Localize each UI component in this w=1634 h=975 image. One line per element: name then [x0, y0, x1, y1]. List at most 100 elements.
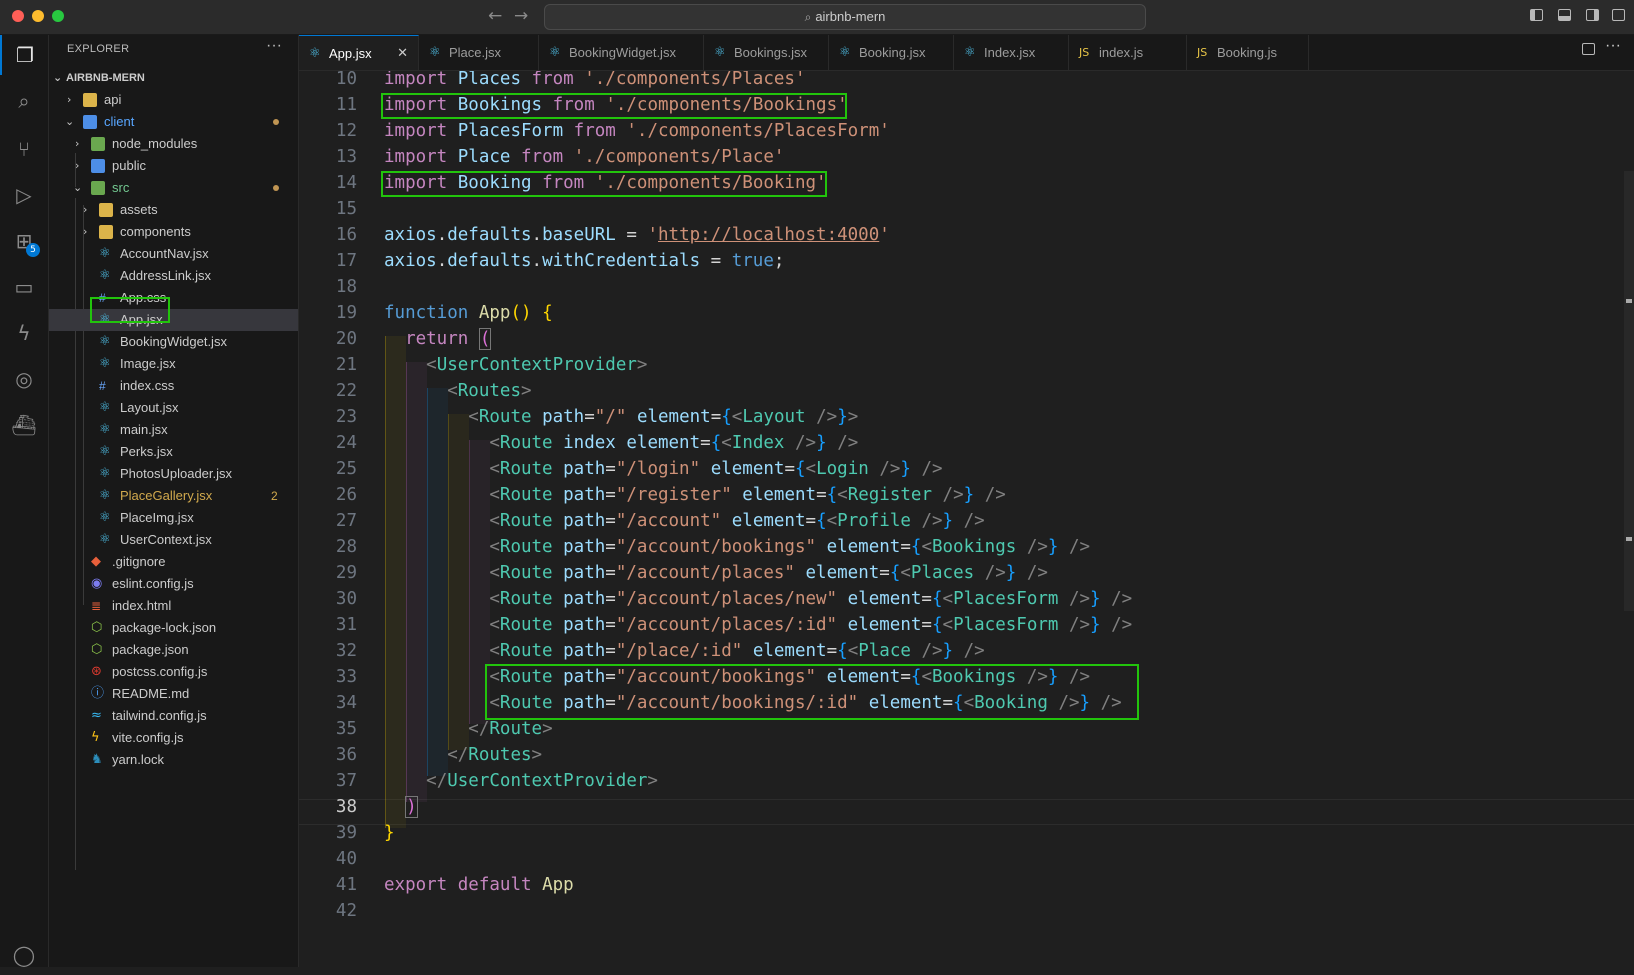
tab-index-jsx[interactable]: ⚛ Index.jsx [954, 35, 1069, 70]
command-center-search[interactable]: ⌕ airbnb-mern [544, 4, 1146, 30]
run-debug-icon[interactable]: ▷ [0, 175, 48, 215]
more-actions-icon[interactable]: ··· [1605, 37, 1621, 55]
tree-file-app-jsx[interactable]: ⚛ App.jsx [49, 309, 298, 331]
tree-folder-client[interactable]: ⌄ client [49, 111, 298, 133]
close-window-button[interactable] [12, 10, 24, 22]
tree-folder-node-modules[interactable]: › node_modules [49, 133, 298, 155]
extensions-icon[interactable]: ⊞ 5 [0, 221, 48, 261]
tree-file[interactable]: ⊛ postcss.config.js [49, 661, 298, 683]
tree-file[interactable]: ♞ yarn.lock [49, 749, 298, 771]
react-icon: ⚛ [839, 45, 851, 60]
tree-file[interactable]: ⚛ BookingWidget.jsx [49, 331, 298, 353]
tree-file[interactable]: ⚛ main.jsx [49, 419, 298, 441]
tree-file[interactable]: ≣ index.html [49, 595, 298, 617]
tab-bookingwidget-jsx[interactable]: ⚛ BookingWidget.jsx [539, 35, 704, 70]
close-icon[interactable]: ✕ [397, 36, 408, 71]
tree-file[interactable]: ⓘ README.md [49, 683, 298, 705]
tree-folder-components[interactable]: › components [49, 221, 298, 243]
customize-layout-icon[interactable] [1612, 9, 1625, 21]
folder-icon [83, 115, 97, 129]
tree-file[interactable]: ⚛ PhotosUploader.jsx [49, 463, 298, 485]
vite-icon: ϟ [91, 730, 100, 745]
vertical-scrollbar[interactable] [1624, 171, 1634, 611]
nodejs-icon: ⬡ [91, 642, 103, 657]
tab-booking-js[interactable]: JS Booking.js [1187, 35, 1309, 70]
react-icon: ⚛ [99, 532, 111, 547]
thunder-client-icon[interactable]: ϟ [0, 313, 48, 353]
tree-file[interactable]: ⚛ Layout.jsx [49, 397, 298, 419]
line-number: 21 [335, 355, 357, 375]
code-line: <Route path="/account/places/:id" elemen… [489, 615, 1133, 635]
more-actions-icon[interactable]: ··· [266, 37, 282, 55]
tree-file[interactable]: ⬡ package.json [49, 639, 298, 661]
arrow-left-icon[interactable]: ← [488, 6, 502, 26]
toggle-primary-sidebar-icon[interactable] [1530, 9, 1543, 21]
tab-place-jsx[interactable]: ⚛ Place.jsx [419, 35, 539, 70]
source-control-icon[interactable]: ⑂ [0, 129, 48, 169]
code-line: import Place from './components/Place' [384, 147, 785, 167]
tree-file[interactable]: ⬡ package-lock.json [49, 617, 298, 639]
tree-file[interactable]: ⚛ AddressLink.jsx [49, 265, 298, 287]
tab-index-js[interactable]: JS index.js [1069, 35, 1187, 70]
tailwind-icon: ≈ [91, 708, 102, 723]
tab-booking-jsx[interactable]: ⚛ Booking.jsx [829, 35, 954, 70]
tab-bookings-jsx[interactable]: ⚛ Bookings.jsx [704, 35, 829, 70]
title-bar: ← → ⌕ airbnb-mern [0, 0, 1634, 35]
tree-root[interactable]: ⌄ AIRBNB-MERN [49, 67, 298, 89]
folder-icon [83, 93, 97, 107]
tree-file[interactable]: ⚛ AccountNav.jsx [49, 243, 298, 265]
tree-folder-src[interactable]: ⌄ src [49, 177, 298, 199]
code-line: <Routes> [447, 381, 532, 401]
tree-folder-public[interactable]: › public [49, 155, 298, 177]
code-line: <Route path="/login" element={<Login />}… [489, 459, 943, 479]
code-editor[interactable]: 10 11 12 13 14 15 16 17 18 19 20 21 22 2… [299, 71, 1634, 967]
activity-bar: ❐ ⌕ ⑂ ▷ ⊞ 5 ▭ ϟ ◎ ⛴ ◯ [0, 35, 49, 967]
line-number: 25 [335, 459, 357, 479]
scroll-marker [1626, 299, 1632, 303]
line-number: 42 [335, 901, 357, 921]
account-icon[interactable]: ◯ [0, 935, 48, 975]
tree-file-with-problems[interactable]: ⚛ PlaceGallery.jsx 2 [49, 485, 298, 507]
tree-file[interactable]: ϟ vite.config.js [49, 727, 298, 749]
code-line: <UserContextProvider> [426, 355, 648, 375]
tree-file[interactable]: ◆ .gitignore [49, 551, 298, 573]
tree-folder-assets[interactable]: › assets [49, 199, 298, 221]
arrow-right-icon[interactable]: → [514, 6, 528, 26]
maximize-window-button[interactable] [52, 10, 64, 22]
explorer-icon[interactable]: ❐ [0, 35, 48, 75]
line-number: 41 [335, 875, 357, 895]
code-line: <Route path="/account/places/new" elemen… [489, 589, 1133, 609]
code-line: <Route path="/account/bookings" element=… [489, 667, 1091, 687]
line-number: 29 [335, 563, 357, 583]
tree-file[interactable]: # index.css [49, 375, 298, 397]
toggle-panel-icon[interactable] [1558, 9, 1571, 21]
extensions-badge: 5 [26, 243, 40, 257]
docker-icon[interactable]: ⛴ [0, 405, 48, 445]
remote-explorer-icon[interactable]: ▭ [0, 267, 48, 307]
tree-file[interactable]: ◉ eslint.config.js [49, 573, 298, 595]
tree-file[interactable]: ≈ tailwind.config.js [49, 705, 298, 727]
tree-file[interactable]: # App.css [49, 287, 298, 309]
minimize-window-button[interactable] [32, 10, 44, 22]
code-line: axios.defaults.withCredentials = true; [384, 251, 785, 271]
gitlens-icon[interactable]: ◎ [0, 359, 48, 399]
tree-folder-api[interactable]: › api [49, 89, 298, 111]
line-number: 35 [335, 719, 357, 739]
code-line: axios.defaults.baseURL = 'http://localho… [384, 225, 890, 245]
search-icon[interactable]: ⌕ [0, 81, 48, 121]
window-title: airbnb-mern [815, 9, 886, 24]
url-link[interactable]: http://localhost:4000 [658, 225, 879, 245]
tree-file[interactable]: ⚛ Perks.jsx [49, 441, 298, 463]
folder-icon [99, 203, 113, 217]
toggle-secondary-sidebar-icon[interactable] [1586, 9, 1599, 21]
split-editor-icon[interactable] [1582, 43, 1595, 55]
code-line: } [384, 823, 395, 843]
line-number-current: 38 [335, 797, 357, 817]
tab-app-jsx[interactable]: ⚛ App.jsx ✕ [299, 35, 419, 70]
tree-file[interactable]: ⚛ UserContext.jsx [49, 529, 298, 551]
chevron-right-icon: › [83, 225, 88, 238]
folder-icon [99, 225, 113, 239]
tree-file[interactable]: ⚛ PlaceImg.jsx [49, 507, 298, 529]
line-number: 40 [335, 849, 357, 869]
tree-file[interactable]: ⚛ Image.jsx [49, 353, 298, 375]
